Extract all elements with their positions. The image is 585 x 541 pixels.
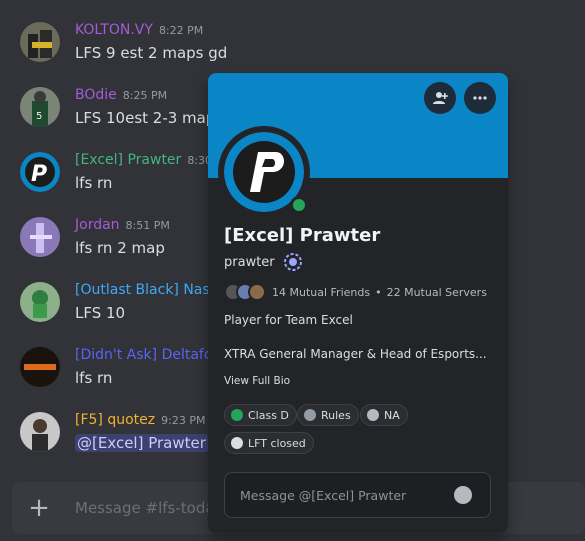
avatar[interactable]: 5 (20, 87, 60, 127)
mutual-friends-avatars (224, 283, 266, 301)
message-text: lfs rn 2 map (75, 239, 165, 257)
role-color-dot (367, 409, 379, 421)
role-label: LFT closed (248, 436, 306, 450)
role-chip[interactable]: Class D (224, 404, 297, 426)
more-options-button[interactable] (464, 82, 496, 114)
author-name[interactable]: BOdie (75, 87, 117, 103)
role-label: NA (384, 408, 400, 422)
bio-line: XTRA General Manager & Head of Esports..… (224, 347, 487, 361)
author-name[interactable]: Jordan (75, 217, 120, 233)
view-full-bio-link[interactable]: View Full Bio (224, 375, 290, 387)
add-friend-icon (433, 92, 448, 104)
add-friend-button[interactable] (424, 82, 456, 114)
role-chip[interactable]: Rules (297, 404, 359, 426)
avatar[interactable] (20, 282, 60, 322)
message-text: lfs rn (75, 174, 113, 192)
author-name[interactable]: [Excel] Prawter (75, 152, 181, 168)
online-status-icon (290, 196, 308, 214)
profile-username-row: prawter (224, 252, 303, 272)
role-chip[interactable]: LFT closed (224, 432, 314, 454)
profile-display-name: [Excel] Prawter (224, 225, 381, 246)
timestamp: 9:23 PM (161, 414, 206, 427)
avatar[interactable] (20, 22, 60, 62)
author-name[interactable]: [F5] quotez (75, 412, 155, 428)
message-text: LFS 10est 2-3 maps (75, 109, 224, 127)
nitro-badge-icon[interactable] (283, 252, 303, 272)
timestamp: 8:25 PM (122, 89, 168, 102)
message-text: lfs rn (75, 369, 113, 387)
author-name[interactable]: [Outlast Black] Nas (75, 282, 210, 298)
role-color-dot (231, 409, 243, 421)
profile-avatar[interactable] (218, 126, 310, 218)
timestamp: 8:51 PM (125, 219, 170, 232)
avatar (248, 283, 266, 301)
svg-text:P: P (31, 162, 47, 187)
svg-text:5: 5 (36, 111, 42, 122)
role-label: Rules (321, 408, 351, 422)
message-text: LFS 10 (75, 304, 126, 322)
mutual-servers-count[interactable]: 22 Mutual Servers (387, 286, 487, 299)
ellipsis-icon (473, 96, 487, 100)
message-input[interactable]: Message #lfs-today (75, 499, 223, 517)
author-name[interactable]: [Didn't Ask] Deltafc (75, 347, 212, 363)
role-label: Class D (248, 408, 289, 422)
user-mention[interactable]: @[Excel] Prawter (75, 434, 208, 452)
bio-line: Player for Team Excel (224, 313, 353, 327)
emoji-icon[interactable] (454, 486, 472, 504)
role-color-dot (304, 409, 316, 421)
role-color-dot (231, 437, 243, 449)
direct-message-input[interactable]: Message @[Excel] Prawter (224, 472, 491, 518)
separator-dot: • (375, 285, 382, 299)
avatar[interactable] (20, 412, 60, 452)
avatar[interactable] (20, 217, 60, 257)
timestamp: 8:22 PM (158, 24, 204, 37)
author-name[interactable]: KOLTON.VY (75, 22, 153, 38)
mutuals-row[interactable]: 14 Mutual Friends • 22 Mutual Servers (224, 283, 487, 301)
avatar[interactable] (20, 347, 60, 387)
avatar[interactable]: P (20, 152, 60, 192)
message-text: @[Excel] Prawter (75, 434, 208, 452)
role-chip[interactable]: NA (360, 404, 408, 426)
message-text: LFS 9 est 2 maps gd (75, 44, 228, 62)
mutual-friends-count[interactable]: 14 Mutual Friends (272, 286, 370, 299)
profile-username: prawter (224, 254, 275, 270)
profile-popout: [Excel] Prawter prawter 14 Mutual Friend… (208, 73, 508, 533)
direct-message-placeholder: Message @[Excel] Prawter (240, 488, 407, 503)
add-attachment-icon[interactable]: + (28, 495, 50, 521)
